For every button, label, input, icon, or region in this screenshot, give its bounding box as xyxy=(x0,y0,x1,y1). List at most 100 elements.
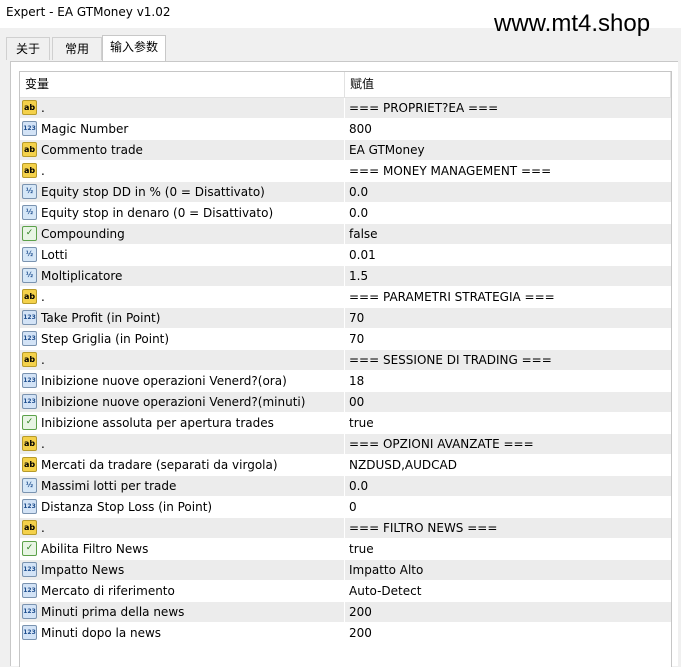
parameter-value[interactable]: 18 xyxy=(349,371,364,391)
parameter-value[interactable]: === SESSIONE DI TRADING === xyxy=(349,350,552,370)
parameter-name: . xyxy=(41,353,45,367)
table-row[interactable]: ½ Lotti 0.01 xyxy=(20,245,671,266)
parameter-value[interactable]: NZDUSD,AUDCAD xyxy=(349,455,457,475)
parameter-value[interactable]: Auto-Detect xyxy=(349,581,421,601)
integer-type-icon: 123 xyxy=(22,121,37,136)
column-header-value[interactable]: 赋值 xyxy=(350,72,374,97)
column-header-variable[interactable]: 变量 xyxy=(25,72,49,97)
parameter-value[interactable]: === MONEY MANAGEMENT === xyxy=(349,161,551,181)
cell-divider xyxy=(344,497,345,518)
cell-divider xyxy=(344,329,345,350)
cell-divider xyxy=(344,119,345,140)
parameter-value[interactable]: === PARAMETRI STRATEGIA === xyxy=(349,287,555,307)
cell-divider xyxy=(344,266,345,287)
table-row[interactable]: ab Commento trade EA GTMoney xyxy=(20,140,671,161)
cell-divider xyxy=(344,350,345,371)
column-divider[interactable] xyxy=(344,72,345,97)
parameter-name: Impatto News xyxy=(41,563,125,577)
parameter-value[interactable]: 00 xyxy=(349,392,364,412)
parameter-value[interactable]: 0.0 xyxy=(349,476,368,496)
cell-divider xyxy=(344,602,345,623)
table-row[interactable]: 123 Minuti prima della news 200 xyxy=(20,602,671,623)
tab-inputs[interactable]: 输入参数 xyxy=(102,35,166,61)
table-row[interactable]: ab. === PARAMETRI STRATEGIA === xyxy=(20,287,671,308)
cell-divider xyxy=(344,413,345,434)
table-row[interactable]: ½ Moltiplicatore 1.5 xyxy=(20,266,671,287)
parameter-value[interactable]: 200 xyxy=(349,602,372,622)
table-row[interactable]: ab. === FILTRO NEWS === xyxy=(20,518,671,539)
parameter-value[interactable]: 70 xyxy=(349,329,364,349)
column-divider-end[interactable] xyxy=(670,72,671,97)
parameter-name: Inibizione assoluta per apertura trades xyxy=(41,416,274,430)
cell-divider xyxy=(344,434,345,455)
integer-type-icon: 123 xyxy=(22,373,37,388)
watermark-text: www.mt4.shop xyxy=(494,10,651,37)
table-row[interactable]: ½ Massimi lotti per trade 0.0 xyxy=(20,476,671,497)
boolean-type-icon: ✓ xyxy=(22,226,37,241)
parameter-value[interactable]: === PROPRIET?EA === xyxy=(349,98,498,118)
boolean-type-icon: ✓ xyxy=(22,541,37,556)
table-row[interactable]: ab. === SESSIONE DI TRADING === xyxy=(20,350,671,371)
table-row[interactable]: ½ Equity stop DD in % (0 = Disattivato) 0.… xyxy=(20,182,671,203)
parameter-name: Inibizione nuove operazioni Venerd?(ora) xyxy=(41,374,287,388)
integer-type-icon: 123 xyxy=(22,562,37,577)
table-row[interactable]: 123 Inibizione nuove operazioni Venerd?(o… xyxy=(20,371,671,392)
table-row[interactable]: ab. === MONEY MANAGEMENT === xyxy=(20,161,671,182)
tab-about[interactable]: 关于 xyxy=(6,37,50,60)
integer-type-icon: 123 xyxy=(22,331,37,346)
cell-divider xyxy=(344,371,345,392)
parameter-name: Abilita Filtro News xyxy=(41,542,149,556)
integer-type-icon: 123 xyxy=(22,604,37,619)
table-body: ab. === PROPRIET?EA === 123 Magic Number 800… xyxy=(20,98,671,644)
cell-divider xyxy=(344,245,345,266)
parameter-value[interactable]: === OPZIONI AVANZATE === xyxy=(349,434,534,454)
parameter-value[interactable]: EA GTMoney xyxy=(349,140,425,160)
parameter-name: Equity stop in denaro (0 = Disattivato) xyxy=(41,206,274,220)
cell-divider xyxy=(344,623,345,644)
parameters-table: 变量 赋值 ab. === PROPRIET?EA === 123 Magic Num… xyxy=(19,71,672,667)
parameter-value[interactable]: 800 xyxy=(349,119,372,139)
tab-common[interactable]: 常用 xyxy=(52,37,102,60)
integer-type-icon: 123 xyxy=(22,394,37,409)
parameter-name: . xyxy=(41,437,45,451)
table-row[interactable]: 123 Take Profit (in Point) 70 xyxy=(20,308,671,329)
double-type-icon: ½ xyxy=(22,478,37,493)
cell-divider xyxy=(344,560,345,581)
double-type-icon: ½ xyxy=(22,205,37,220)
table-row[interactable]: ½ Equity stop in denaro (0 = Disattivato)… xyxy=(20,203,671,224)
parameter-value[interactable]: 0.0 xyxy=(349,203,368,223)
parameter-value[interactable]: === FILTRO NEWS === xyxy=(349,518,497,538)
parameter-value[interactable]: false xyxy=(349,224,378,244)
table-row[interactable]: 123 Inibizione nuove operazioni Venerd?(m… xyxy=(20,392,671,413)
boolean-type-icon: ✓ xyxy=(22,415,37,430)
string-type-icon: ab xyxy=(22,289,37,304)
table-header: 变量 赋值 xyxy=(20,72,671,98)
parameter-value[interactable]: true xyxy=(349,539,374,559)
table-row[interactable]: ✓ Inibizione assoluta per apertura trades… xyxy=(20,413,671,434)
parameter-name: Commento trade xyxy=(41,143,143,157)
table-row[interactable]: ab. === OPZIONI AVANZATE === xyxy=(20,434,671,455)
table-row[interactable]: ✓ Abilita Filtro News true xyxy=(20,539,671,560)
parameter-value[interactable]: 200 xyxy=(349,623,372,643)
table-row[interactable]: 123 Distanza Stop Loss (in Point) 0 xyxy=(20,497,671,518)
parameter-value[interactable]: 1.5 xyxy=(349,266,368,286)
parameter-value[interactable]: 0 xyxy=(349,497,357,517)
table-row[interactable]: ✓ Compounding false xyxy=(20,224,671,245)
parameter-value[interactable]: 70 xyxy=(349,308,364,328)
parameter-value[interactable]: true xyxy=(349,413,374,433)
table-row[interactable]: ab. === PROPRIET?EA === xyxy=(20,98,671,119)
parameter-value[interactable]: 0.0 xyxy=(349,182,368,202)
table-row[interactable]: 123 Impatto News Impatto Alto xyxy=(20,560,671,581)
parameter-name: Inibizione nuove operazioni Venerd?(minu… xyxy=(41,395,306,409)
parameter-name: Minuti prima della news xyxy=(41,605,185,619)
table-row[interactable]: 123 Mercato di riferimento Auto-Detect xyxy=(20,581,671,602)
table-row[interactable]: 123 Minuti dopo la news 200 xyxy=(20,623,671,644)
parameter-value[interactable]: 0.01 xyxy=(349,245,376,265)
cell-divider xyxy=(344,455,345,476)
table-row[interactable]: ab Mercati da tradare (separati da virgol… xyxy=(20,455,671,476)
parameter-value[interactable]: Impatto Alto xyxy=(349,560,423,580)
string-type-icon: ab xyxy=(22,142,37,157)
table-row[interactable]: 123 Magic Number 800 xyxy=(20,119,671,140)
table-row[interactable]: 123 Step Griglia (in Point) 70 xyxy=(20,329,671,350)
parameter-name: Moltiplicatore xyxy=(41,269,123,283)
